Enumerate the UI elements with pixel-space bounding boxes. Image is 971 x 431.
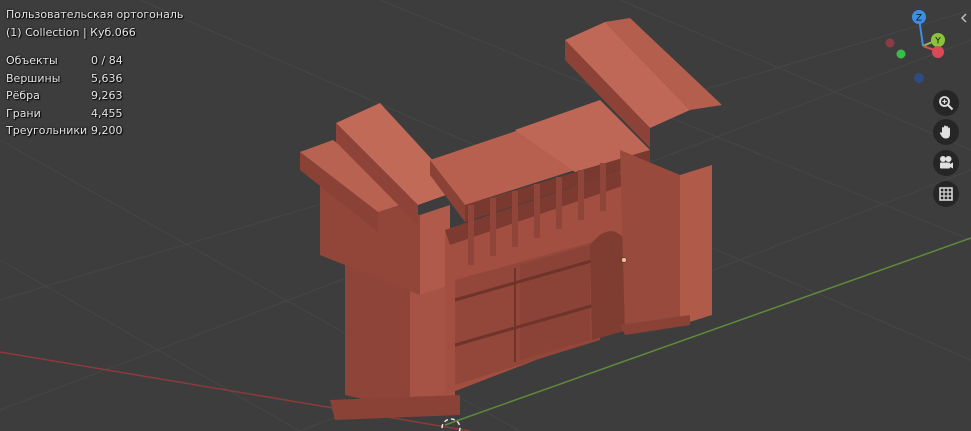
sidebar-toggle-chevron-icon[interactable]: [958, 10, 970, 26]
collection-info: (1) Collection | Куб.066: [6, 25, 136, 39]
stat-row-vertices: Вершины 5,636: [6, 70, 123, 88]
object-origin-dot: [621, 257, 627, 263]
zoom-button[interactable]: [933, 90, 959, 116]
stat-label: Рёбра: [6, 89, 40, 102]
stat-row-triangles: Треугольники 9,200: [6, 122, 123, 140]
stat-value: 4,455: [91, 106, 123, 120]
stat-value: 9,263: [91, 89, 123, 102]
stat-label: Грани: [6, 106, 41, 120]
view-name: Пользовательская ортогональ: [6, 8, 184, 21]
gizmo-neg-x-axis[interactable]: [885, 38, 895, 48]
camera-view-button[interactable]: [933, 150, 959, 176]
hand-pan-icon: [939, 125, 950, 139]
stat-value: 9,200: [91, 124, 123, 137]
gizmo-neg-z-axis[interactable]: [914, 73, 924, 83]
camera-icon: [940, 156, 953, 169]
zoom-icon: [939, 96, 954, 111]
gizmo-z-label: Z: [916, 14, 922, 24]
gate-model[interactable]: [300, 18, 722, 420]
toggle-perspective-button[interactable]: [933, 181, 959, 207]
stat-row-edges: Рёбра 9,263: [6, 87, 123, 105]
stat-label: Объекты: [6, 54, 58, 67]
stat-row-objects: Объекты 0 / 84: [6, 52, 123, 70]
stat-value: 5,636: [91, 71, 123, 85]
stat-row-faces: Грани 4,455: [6, 105, 123, 123]
navigation-gizmo[interactable]: Z Y: [880, 6, 966, 90]
gizmo-x-axis[interactable]: [932, 46, 944, 58]
3d-viewport[interactable]: [0, 0, 971, 431]
view-info: Пользовательская ортогональ (1) Collecti…: [6, 6, 183, 41]
pan-button[interactable]: [933, 119, 959, 145]
grid-perspective-icon: [939, 187, 953, 201]
gizmo-y-label: Y: [934, 37, 941, 47]
stat-label: Вершины: [6, 71, 61, 85]
gizmo-neg-y-axis[interactable]: [896, 49, 906, 59]
scene-statistics: Объекты 0 / 84 Вершины 5,636 Рёбра 9,263…: [6, 52, 123, 140]
stat-label: Треугольники: [6, 124, 88, 137]
stat-value: 0 / 84: [91, 54, 123, 67]
